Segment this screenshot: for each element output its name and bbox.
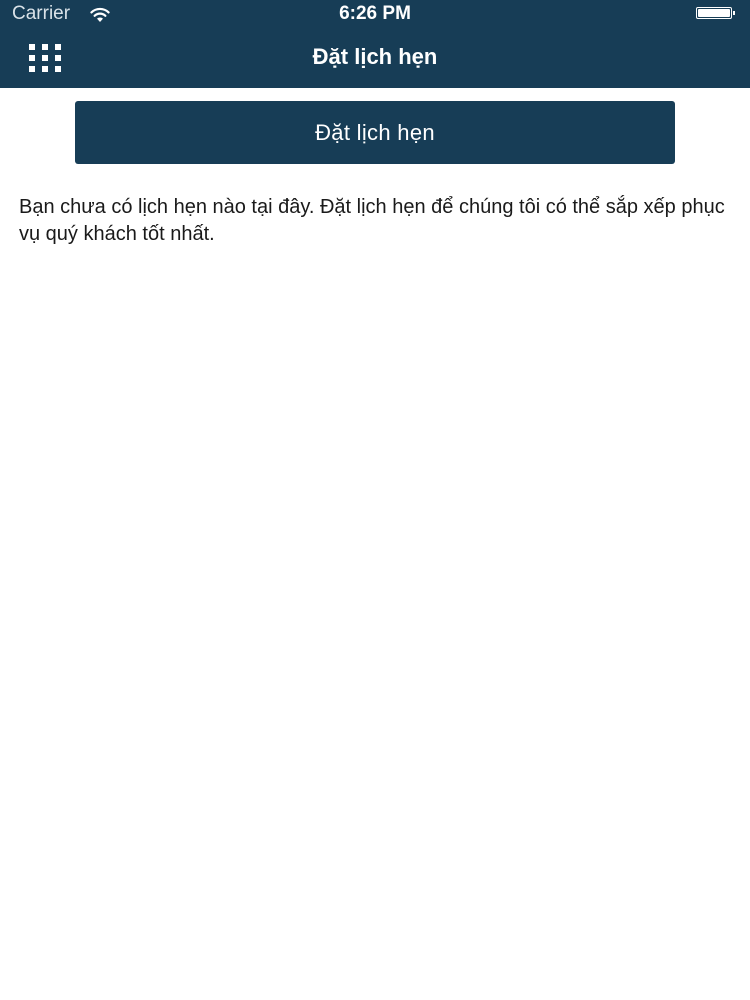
battery-tip: [733, 11, 735, 15]
status-bar: Carrier 6:26 PM: [0, 0, 750, 28]
app-header: Carrier 6:26 PM Đặt lịch hẹn: [0, 0, 750, 88]
battery-fill: [698, 9, 730, 17]
empty-appointments-message: Bạn chưa có lịch hẹn nào tại đây. Đặt lị…: [19, 196, 725, 245]
battery-body: [696, 7, 732, 19]
nav-title: Đặt lịch hẹn: [312, 44, 438, 69]
book-appointment-button[interactable]: Đặt lịch hẹn: [75, 101, 675, 164]
battery-icon: [696, 7, 738, 21]
nav-bar: Đặt lịch hẹn: [0, 28, 750, 88]
status-time: 6:26 PM: [339, 3, 411, 24]
